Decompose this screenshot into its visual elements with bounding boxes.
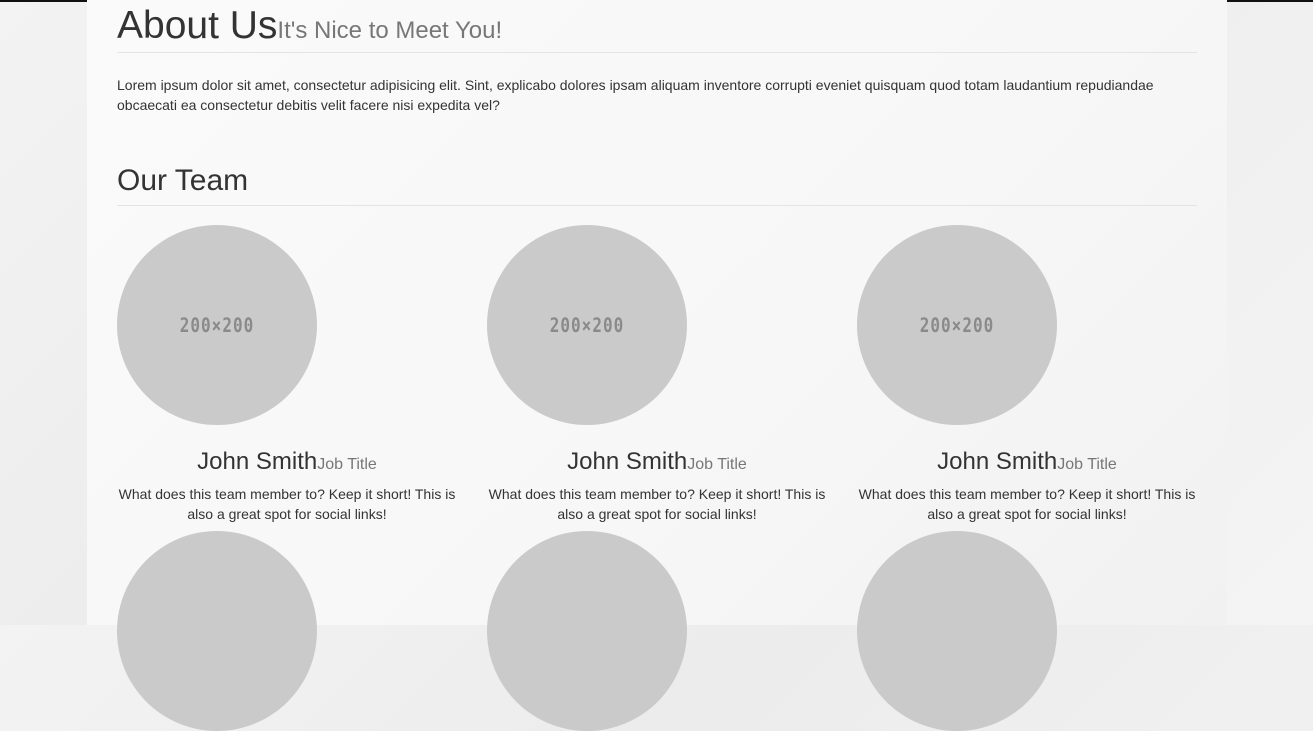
member-name: John Smith	[937, 448, 1058, 475]
member-description: What does this team member to? Keep it s…	[858, 486, 1196, 522]
avatar: 200×200	[857, 225, 1057, 425]
avatar-placeholder-text: 200×200	[919, 313, 995, 337]
about-subtitle: It's Nice to Meet You!	[277, 17, 503, 44]
about-header: About UsIt's Nice to Meet You!	[117, 4, 1197, 53]
team-header: Our Team	[117, 164, 1197, 206]
avatar: 200×200	[117, 225, 317, 425]
avatar	[487, 531, 687, 731]
avatar: 200×200	[487, 225, 687, 425]
member-job-title: Job Title	[1057, 456, 1117, 473]
avatar-placeholder-text: 200×200	[549, 313, 625, 337]
member-name-line: John SmithJob Title	[857, 448, 1197, 476]
avatar	[857, 531, 1057, 731]
member-name: John Smith	[197, 448, 318, 475]
page-container: About UsIt's Nice to Meet You! Lorem ips…	[87, 0, 1227, 731]
about-text: Lorem ipsum dolor sit amet, consectetur …	[117, 77, 1154, 113]
member-name-line: John SmithJob Title	[117, 448, 457, 476]
team-title: Our Team	[117, 164, 249, 197]
avatar-placeholder-text: 200×200	[179, 313, 255, 337]
member-description: What does this team member to? Keep it s…	[488, 486, 826, 522]
member-name: John Smith	[567, 448, 688, 475]
member-job-title: Job Title	[687, 456, 747, 473]
avatar	[117, 531, 317, 731]
about-title: About Us	[117, 4, 278, 47]
member-description: What does this team member to? Keep it s…	[118, 486, 456, 522]
member-name-line: John SmithJob Title	[487, 448, 827, 476]
member-job-title: Job Title	[317, 456, 377, 473]
